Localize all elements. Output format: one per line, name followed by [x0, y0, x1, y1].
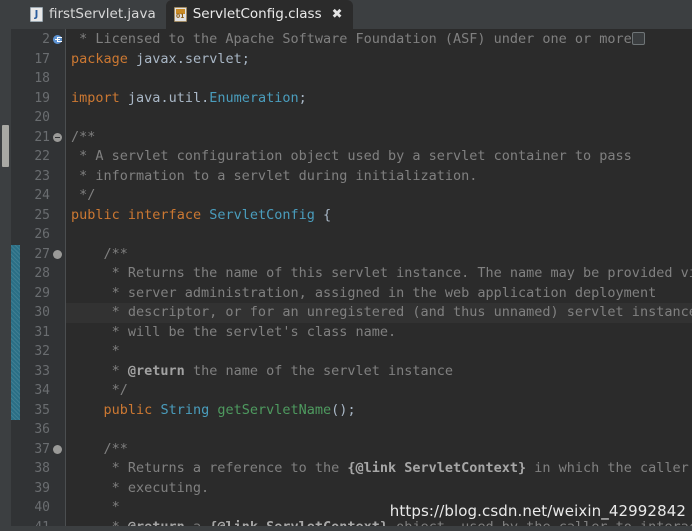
window-bottom-edge: [0, 526, 692, 531]
folded-region-icon[interactable]: [631, 31, 645, 45]
fold-slot: [52, 225, 65, 245]
code-line[interactable]: * A servlet configuration object used by…: [66, 147, 692, 167]
line-number: 39: [34, 480, 50, 496]
code-line[interactable]: * executing.: [66, 479, 692, 499]
vertical-scrollbar[interactable]: [0, 29, 11, 531]
code-line[interactable]: * @return the name of the servlet instan…: [66, 362, 692, 382]
line-number: 31: [34, 324, 50, 340]
line-number: 28: [34, 266, 50, 281]
tab-bar-left-padding: [0, 0, 22, 29]
editor-tab-bar: firstServlet.java ServletConfig.class ✖: [0, 0, 692, 29]
line-number: 34: [34, 383, 50, 398]
fold-dot-icon[interactable]: [53, 249, 62, 259]
line-number: 18: [34, 71, 50, 86]
fold-slot: [52, 401, 65, 421]
java-file-icon: [30, 7, 43, 22]
line-number: 32: [34, 344, 50, 359]
fold-slot: [52, 89, 65, 109]
code-editor[interactable]: 2 17 18 19 20 21 22 23 24 25 26 27 28 29 30 31 32 33 34 35 3…: [0, 29, 692, 531]
line-number-gutter: 2 17 18 19 20 21 22 23 24 25 26 27 28 29 30 31 32 33 34 35 3…: [20, 29, 52, 531]
fold-slot: [52, 186, 65, 206]
line-number: 38: [34, 461, 50, 476]
code-line[interactable]: /**: [66, 440, 692, 460]
fold-slot: [52, 479, 65, 499]
fold-slot: [52, 459, 65, 479]
code-content-area[interactable]: * Licensed to the Apache Software Founda…: [66, 29, 692, 531]
line-number: 25: [34, 207, 50, 223]
scrollbar-thumb[interactable]: [2, 125, 9, 167]
code-folding-gutter[interactable]: [52, 29, 65, 531]
line-number: 36: [34, 422, 50, 437]
code-line[interactable]: * Returns a reference to the {@link Serv…: [66, 459, 692, 479]
code-line[interactable]: */: [66, 186, 692, 206]
line-number: 23: [34, 168, 50, 184]
fold-slot: [52, 69, 65, 89]
code-line[interactable]: [66, 225, 692, 245]
change-marker-band[interactable]: [11, 244, 20, 420]
fold-dot-icon[interactable]: [53, 444, 62, 454]
code-line[interactable]: public String getServletName();: [66, 401, 692, 421]
fold-slot: [52, 30, 65, 50]
code-line[interactable]: * will be the servlet's class name.: [66, 323, 692, 343]
code-line[interactable]: * Returns the name of this servlet insta…: [66, 264, 692, 284]
code-line[interactable]: import java.util.Enumeration;: [66, 89, 692, 109]
code-line[interactable]: * descriptor, or for an unregistered (an…: [66, 303, 692, 323]
watermark-url: https://blog.csdn.net/weixin_42992842: [389, 502, 686, 520]
fold-collapse-icon[interactable]: [53, 132, 62, 142]
ide-window: firstServlet.java ServletConfig.class ✖ …: [0, 0, 692, 531]
line-number: 27: [34, 246, 50, 262]
fold-slot: [52, 245, 65, 265]
code-line[interactable]: public interface ServletConfig {: [66, 206, 692, 226]
line-number: 2: [42, 32, 50, 47]
fold-slot: [52, 498, 65, 518]
line-number: 19: [34, 90, 50, 106]
class-file-icon: [173, 7, 187, 22]
line-number: 20: [34, 110, 50, 125]
fold-slot: [52, 264, 65, 284]
code-line[interactable]: /**: [66, 128, 692, 148]
fold-slot: [52, 362, 65, 382]
code-line[interactable]: /**: [66, 245, 692, 265]
code-line[interactable]: * information to a servlet during initia…: [66, 167, 692, 187]
fold-slot: [52, 323, 65, 343]
fold-slot: [52, 342, 65, 362]
fold-slot: [52, 420, 65, 440]
fold-expand-icon[interactable]: [53, 35, 62, 44]
line-number: 33: [34, 363, 50, 379]
change-marker-gutter[interactable]: [11, 29, 20, 531]
fold-slot: [52, 284, 65, 304]
fold-slot: [52, 440, 65, 460]
code-line[interactable]: [66, 108, 692, 128]
tab-servletconfig-class[interactable]: ServletConfig.class ✖: [165, 0, 353, 29]
line-number: 40: [34, 500, 50, 515]
fold-slot: [52, 108, 65, 128]
line-number: 24: [34, 188, 50, 203]
code-line[interactable]: package javax.servlet;: [66, 50, 692, 70]
fold-slot: [52, 147, 65, 167]
fold-slot: [52, 381, 65, 401]
line-number: 29: [34, 285, 50, 301]
code-line[interactable]: * Licensed to the Apache Software Founda…: [66, 30, 692, 50]
tab-firstservlet-java[interactable]: firstServlet.java: [22, 0, 166, 29]
line-number: 35: [34, 402, 50, 418]
close-icon[interactable]: ✖: [332, 8, 343, 21]
line-number: 17: [34, 51, 50, 67]
line-number: 26: [34, 227, 50, 242]
code-line[interactable]: [66, 69, 692, 89]
line-number: 30: [34, 305, 50, 320]
line-number: 22: [34, 149, 50, 164]
fold-slot: [52, 167, 65, 187]
code-line[interactable]: */: [66, 381, 692, 401]
fold-slot: [52, 128, 65, 148]
line-number: 21: [34, 129, 50, 145]
fold-slot: [52, 206, 65, 226]
tab-label: firstServlet.java: [49, 5, 156, 22]
line-number: 37: [34, 441, 50, 457]
fold-slot: [52, 303, 65, 323]
fold-slot: [52, 50, 65, 70]
tab-label: ServletConfig.class: [192, 5, 322, 22]
code-line[interactable]: *: [66, 342, 692, 362]
code-line[interactable]: [66, 420, 692, 440]
code-line[interactable]: * server administration, assigned in the…: [66, 284, 692, 304]
